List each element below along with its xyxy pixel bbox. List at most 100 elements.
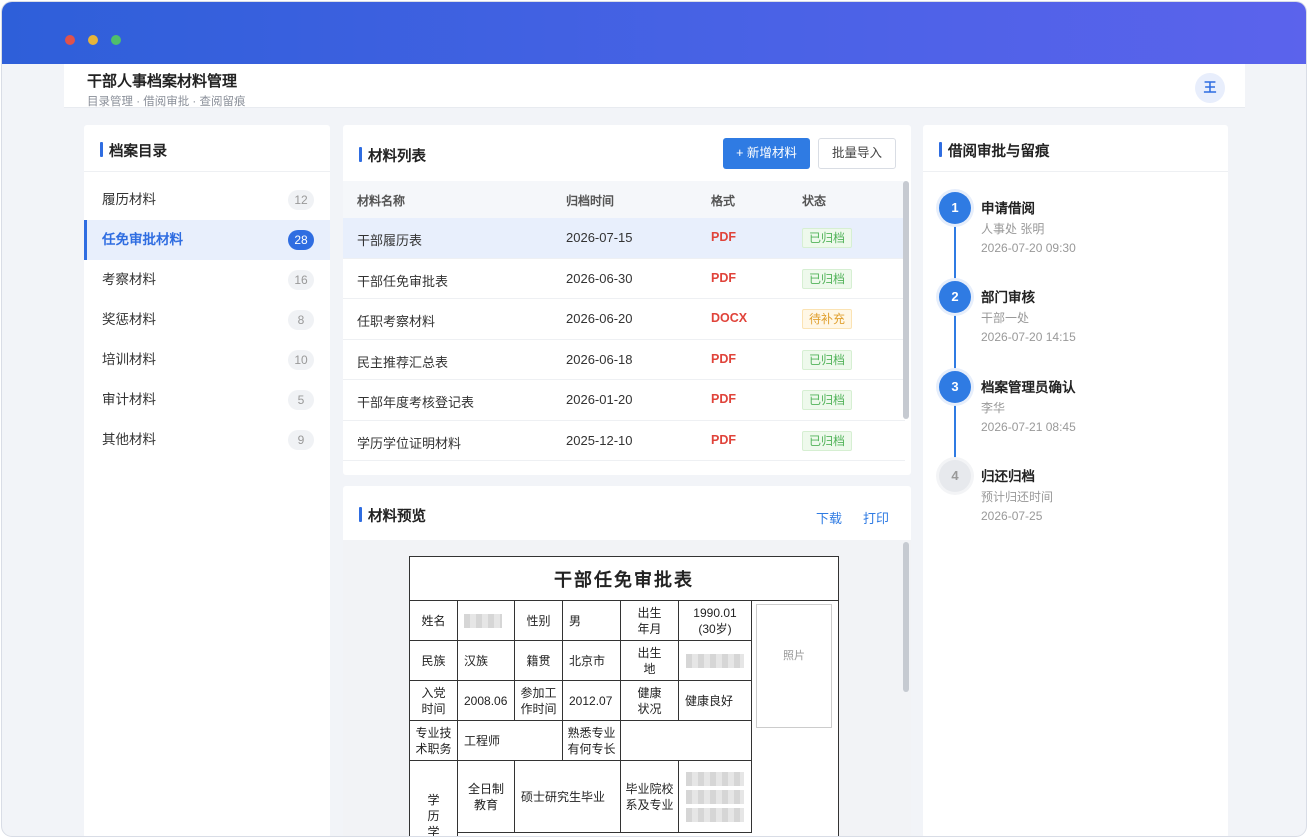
cell-format: DOCX <box>711 311 748 325</box>
cell-format: PDF <box>711 230 736 244</box>
label-ethnic: 民族 <box>410 641 458 681</box>
column-header-date[interactable]: 归档时间 <box>566 192 614 209</box>
catalog-item-count: 28 <box>288 230 314 250</box>
app-subtitle: 目录管理 · 借阅审批 · 查阅留痕 <box>87 96 246 108</box>
preview-scrollbar[interactable] <box>903 542 909 692</box>
catalog-item-count: 10 <box>288 350 314 370</box>
photo-placeholder: 照片 <box>756 604 832 728</box>
status-badge: 已归档 <box>802 430 853 451</box>
cell-date: 2026-06-30 <box>566 270 633 286</box>
step-number: 1 <box>939 192 971 224</box>
step-time: 2026-07-20 14:15 <box>981 330 1076 344</box>
cell-format: PDF <box>711 432 736 447</box>
label-birth: 出生年月 <box>621 601 679 641</box>
table-header: 材料名称 归档时间 格式 状态 <box>343 181 905 218</box>
cell-format: PDF <box>711 351 736 366</box>
catalog-item-label: 考察材料 <box>102 272 156 287</box>
app-title: 干部人事档案材料管理 <box>87 73 238 90</box>
minimize-window-dot[interactable] <box>88 35 98 45</box>
catalog-item-inspection[interactable]: 考察材料 16 <box>84 260 330 300</box>
user-avatar[interactable]: 王 <box>1195 73 1225 103</box>
table-row[interactable]: 干部任免审批表 2026-06-30 PDF 已归档 <box>343 259 905 299</box>
cell-name: 任职考察材料 <box>357 314 436 329</box>
catalog-item-label: 审计材料 <box>102 392 156 407</box>
cell-date: 2025-12-10 <box>566 432 633 448</box>
add-material-button[interactable]: + 新增材料 <box>723 138 810 169</box>
table-row[interactable]: 任职考察材料 2026-06-20 DOCX 待补充 <box>343 299 905 340</box>
cell-format: PDF <box>711 392 736 406</box>
catalog-item-appointment[interactable]: 任免审批材料 28 <box>84 220 330 260</box>
value-ethnic: 汉族 <box>458 641 515 681</box>
step-time: 2026-07-21 08:45 <box>981 420 1076 434</box>
label-specialty: 熟悉专业有何专长 <box>563 721 621 761</box>
table-row[interactable]: 学历学位证明材料 2025-12-10 PDF 已归档 <box>343 421 905 461</box>
print-link[interactable]: 打印 <box>863 508 889 527</box>
preview-canvas: 干部任免审批表 姓名 性别 男 出生年月 1990.01 (30岁) 民族 汉族… <box>343 540 911 836</box>
label-origin: 籍贯 <box>515 641 563 681</box>
catalog-item-label: 履历材料 <box>102 192 156 207</box>
status-badge: 已归档 <box>802 268 853 289</box>
download-link[interactable]: 下载 <box>816 508 842 527</box>
value-work: 2012.07 <box>563 681 621 721</box>
column-header-format[interactable]: 格式 <box>711 192 735 209</box>
maximize-window-dot[interactable] <box>111 35 121 45</box>
list-scrollbar[interactable] <box>903 181 909 419</box>
step-title: 档案管理员确认 <box>981 380 1076 395</box>
catalog-item-label: 其他材料 <box>102 432 156 447</box>
window-titlebar <box>2 2 1306 64</box>
cell-date: 2026-07-15 <box>566 230 633 245</box>
cell-date: 2026-06-20 <box>566 311 633 326</box>
catalog-item-label: 任免审批材料 <box>102 232 183 247</box>
catalog-item-training[interactable]: 培训材料 10 <box>84 340 330 380</box>
catalog-item-count: 9 <box>288 430 314 450</box>
value-birthplace-redacted <box>679 641 752 681</box>
step-person: 人事处 张明 <box>981 222 1045 236</box>
column-header-status[interactable]: 状态 <box>802 192 826 209</box>
approval-title: 借阅审批与留痕 <box>939 140 1050 161</box>
batch-import-button[interactable]: 批量导入 <box>818 138 896 169</box>
step-person: 预计归还时间 <box>981 490 1054 504</box>
preview-title: 材料预览 <box>359 505 426 526</box>
value-name-redacted <box>458 601 515 641</box>
catalog-item-count: 8 <box>288 310 314 330</box>
value-fulltime: 硕士研究生毕业 <box>515 761 621 833</box>
label-name: 姓名 <box>410 601 458 641</box>
column-header-name[interactable]: 材料名称 <box>357 192 405 209</box>
step-number: 2 <box>939 281 971 313</box>
catalog-item-rewards[interactable]: 奖惩材料 8 <box>84 300 330 340</box>
catalog-item-resume[interactable]: 履历材料 12 <box>84 180 330 220</box>
table-row[interactable]: 干部履历表 2026-07-15 PDF 已归档 <box>343 218 905 259</box>
step-person: 李华 <box>981 401 1006 415</box>
label-school: 毕业院校系及专业 <box>621 761 679 833</box>
value-origin: 北京市 <box>563 641 621 681</box>
cell-date: 2026-06-18 <box>566 351 633 367</box>
label-fulltime: 全日制教育 <box>458 761 515 833</box>
catalog-item-audit[interactable]: 审计材料 5 <box>84 380 330 420</box>
catalog-item-other[interactable]: 其他材料 9 <box>84 420 330 460</box>
app-window: 干部人事档案材料管理 目录管理 · 借阅审批 · 查阅留痕 王 档案目录 履历材… <box>2 2 1306 836</box>
step-number: 4 <box>939 460 971 492</box>
timeline-step-confirm: 3 档案管理员确认 李华 2026-07-21 08:45 <box>939 371 1219 451</box>
step-number: 3 <box>939 371 971 403</box>
value-gender: 男 <box>563 601 621 641</box>
cell-name: 干部履历表 <box>357 233 423 248</box>
table-row[interactable]: 干部年度考核登记表 2026-01-20 PDF 已归档 <box>343 380 905 421</box>
close-window-dot[interactable] <box>65 35 75 45</box>
catalog-panel: 档案目录 履历材料 12 任免审批材料 28 考察材料 16 奖惩材料 8 培训… <box>84 125 330 836</box>
status-badge: 已归档 <box>802 228 853 248</box>
divider <box>923 171 1228 172</box>
step-title: 申请借阅 <box>981 201 1035 216</box>
status-badge: 已归档 <box>802 390 853 410</box>
step-time: 2026-07-25 <box>981 509 1043 523</box>
label-education: 学历学位 <box>410 761 458 836</box>
value-health: 健康良好 <box>679 681 752 721</box>
catalog-item-count: 5 <box>288 390 314 410</box>
catalog-item-label: 奖惩材料 <box>102 312 156 327</box>
label-birthplace: 出生地 <box>621 641 679 681</box>
materials-title: 材料列表 <box>359 145 426 166</box>
cell-name: 民主推荐汇总表 <box>357 354 449 370</box>
table-row[interactable]: 民主推荐汇总表 2026-06-18 PDF 已归档 <box>343 340 905 380</box>
cell-name: 干部任免审批表 <box>357 273 449 289</box>
divider <box>84 171 330 172</box>
value-specialty <box>621 721 752 761</box>
